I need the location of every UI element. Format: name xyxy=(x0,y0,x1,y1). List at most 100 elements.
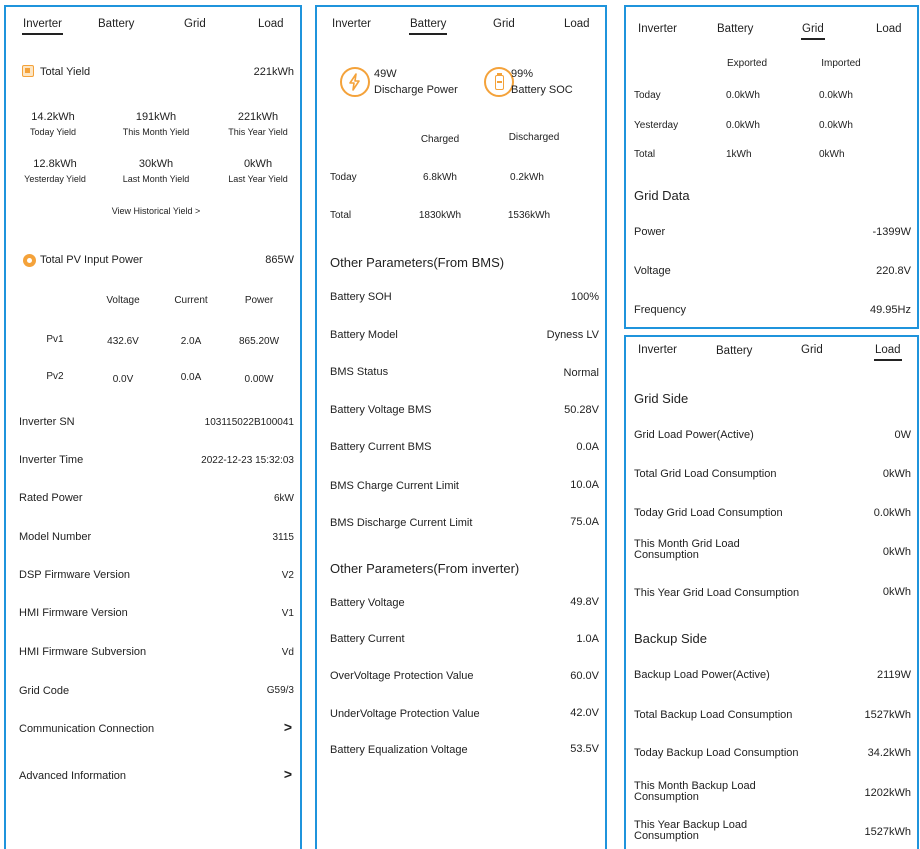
tab-inverter[interactable]: Inverter xyxy=(332,18,371,30)
tab-battery[interactable]: Battery xyxy=(716,345,752,357)
param-value: 50.28V xyxy=(564,404,599,416)
yield-label: Last Month Yield xyxy=(122,174,190,184)
grid-imported: 0.0kWh xyxy=(819,120,853,131)
pv-voltage: 432.6V xyxy=(107,336,139,347)
info-value: 6kW xyxy=(274,493,294,504)
tab-battery[interactable]: Battery xyxy=(98,18,134,30)
energy-row-label: Total xyxy=(330,210,352,221)
info-label: DSP Firmware Version xyxy=(19,569,131,581)
yield-value: 221kWh xyxy=(237,111,279,123)
yield-value: 191kWh xyxy=(135,111,177,123)
info-value: 103115022B100041 xyxy=(204,417,294,428)
info-label: Inverter SN xyxy=(19,416,75,428)
load-value: 1527kWh xyxy=(864,709,911,721)
total-yield-value: 221kWh xyxy=(253,66,294,78)
param-label: BMS Charge Current Limit xyxy=(330,480,459,492)
param-label: Battery SOH xyxy=(330,291,392,303)
info-label: Rated Power xyxy=(19,492,83,504)
pv-power: 865.20W xyxy=(238,336,280,347)
pv-header-voltage: Voltage xyxy=(106,295,140,306)
load-value: 0kWh xyxy=(882,586,911,598)
energy-discharged: 0.2kWh xyxy=(510,172,544,183)
energy-header-discharged: Discharged xyxy=(508,132,560,143)
load-value: 1527kWh xyxy=(864,826,911,838)
discharge-power-label: Discharge Power xyxy=(374,84,458,96)
tab-load[interactable]: Load xyxy=(258,18,284,30)
param-label: BMS Discharge Current Limit xyxy=(330,517,473,529)
chevron-right-icon[interactable]: > xyxy=(284,766,292,782)
grid-header-imported: Imported xyxy=(821,58,861,69)
yield-label: Yesterday Yield xyxy=(24,174,86,184)
tab-inverter[interactable]: Inverter xyxy=(22,18,63,35)
tab-inverter[interactable]: Inverter xyxy=(638,23,677,35)
tab-inverter[interactable]: Inverter xyxy=(638,344,677,356)
grid-data-label: Frequency xyxy=(634,304,686,316)
tab-battery[interactable]: Battery xyxy=(408,18,448,35)
grid-row-label: Today xyxy=(634,90,661,101)
grid-data-value: 49.95Hz xyxy=(870,304,911,316)
total-pv-label: Total PV Input Power xyxy=(40,254,143,266)
info-label: HMI Firmware Version xyxy=(19,607,128,619)
pv-current: 2.0A xyxy=(180,336,202,347)
param-value: 53.5V xyxy=(570,743,599,755)
load-label: Today Grid Load Consumption xyxy=(634,507,783,519)
energy-header-charged: Charged xyxy=(420,134,460,145)
grid-data-value: -1399W xyxy=(872,226,911,238)
link-label[interactable]: Advanced Information xyxy=(19,770,126,782)
pv-header-power: Power xyxy=(244,295,274,306)
info-label: Grid Code xyxy=(19,685,70,697)
param-value: 75.0A xyxy=(570,516,599,528)
load-label: Grid Load Power(Active) xyxy=(634,429,754,441)
load-panel: Inverter Battery Grid Load Grid Side Gri… xyxy=(624,335,919,849)
energy-row-label: Today xyxy=(330,172,357,183)
param-value: Dyness LV xyxy=(546,329,599,341)
energy-discharged: 1536kWh xyxy=(507,210,551,221)
load-value: 0W xyxy=(894,429,912,441)
yield-value: 30kWh xyxy=(138,158,174,170)
load-label: Today Backup Load Consumption xyxy=(634,747,799,759)
load-label: Total Backup Load Consumption xyxy=(634,709,793,721)
grid-data-label: Voltage xyxy=(634,265,671,277)
param-value: 42.0V xyxy=(570,707,599,719)
load-label: This Month Grid Load Consumption xyxy=(634,538,740,561)
load-value: 1202kWh xyxy=(864,787,911,799)
yield-label: This Year Yield xyxy=(228,127,288,137)
inverter-params-section-title: Other Parameters(From inverter) xyxy=(330,561,520,576)
load-label: Backup Load Power(Active) xyxy=(634,669,770,681)
load-label: This Month Backup Load Consumption xyxy=(634,780,756,803)
tab-load[interactable]: Load xyxy=(564,18,590,30)
tab-grid[interactable]: Grid xyxy=(801,344,823,356)
param-label: Battery Voltage BMS xyxy=(330,404,432,416)
param-label: Battery Current BMS xyxy=(330,441,432,453)
info-value: V1 xyxy=(281,608,294,619)
total-pv-value: 865W xyxy=(265,254,294,266)
energy-charged: 1830kWh xyxy=(418,210,462,221)
grid-row-label: Yesterday xyxy=(634,120,679,131)
grid-imported: 0kWh xyxy=(819,149,845,160)
param-label: Battery Model xyxy=(330,329,398,341)
link-label[interactable]: Communication Connection xyxy=(19,723,154,735)
tab-battery[interactable]: Battery xyxy=(717,23,753,35)
total-yield-label: Total Yield xyxy=(40,66,91,78)
pv-voltage: 0.0V xyxy=(112,374,134,385)
battery-soc-value: 99% xyxy=(511,68,534,80)
inverter-panel: Inverter Battery Grid Load Total Yield 2… xyxy=(4,5,302,849)
load-value: 0.0kWh xyxy=(873,507,911,519)
param-value: 10.0A xyxy=(570,479,599,491)
load-label: Total Grid Load Consumption xyxy=(634,468,777,480)
view-historical-yield-link[interactable]: View Historical Yield > xyxy=(112,206,201,216)
param-value: 60.0V xyxy=(570,670,599,682)
tab-load[interactable]: Load xyxy=(876,23,902,35)
sun-icon xyxy=(23,254,36,267)
tab-load[interactable]: Load xyxy=(874,344,902,361)
yield-label: Last Year Yield xyxy=(228,174,288,184)
grid-row-label: Total xyxy=(634,149,656,160)
battery-panel: Inverter Battery Grid Load 49W Discharge… xyxy=(315,5,607,849)
tab-grid[interactable]: Grid xyxy=(184,18,206,30)
tab-grid[interactable]: Grid xyxy=(801,23,825,40)
chevron-right-icon[interactable]: > xyxy=(284,719,292,735)
energy-charged: 6.8kWh xyxy=(423,172,457,183)
tab-grid[interactable]: Grid xyxy=(493,18,515,30)
yield-label: Today Yield xyxy=(29,127,77,137)
yield-icon xyxy=(22,65,34,77)
